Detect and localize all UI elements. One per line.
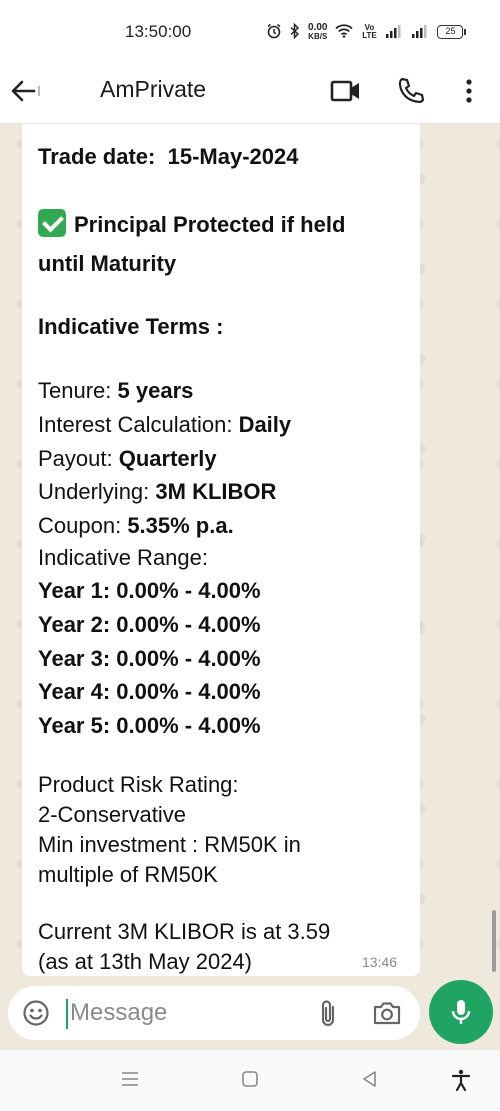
indicative-terms-heading: Indicative Terms : (38, 314, 224, 339)
menu-nav-icon[interactable] (120, 1069, 140, 1094)
net-speed-unit: KB/S (308, 32, 328, 41)
back-arrow-icon[interactable] (10, 76, 44, 106)
principal-line-2: until Maturity (38, 251, 177, 276)
chat-header: AmPrivate (0, 60, 500, 124)
status-icons: 0.00 KB/S Vo LTE 25 (266, 22, 467, 42)
camera-icon[interactable] (372, 999, 402, 1027)
system-nav-bar (0, 1050, 500, 1111)
volte-label: Vo LTE (362, 23, 377, 40)
accessibility-icon[interactable] (450, 1069, 472, 1096)
risk-rating-label: Product Risk Rating: (38, 772, 239, 797)
interest-label: Interest Calculation: (38, 412, 233, 437)
wifi-icon (335, 24, 354, 40)
more-options-icon[interactable] (462, 76, 476, 106)
coupon-line: Coupon: 5.35% p.a. (38, 511, 234, 541)
video-call-icon[interactable] (330, 77, 362, 105)
trade-date-value: 15-May-2024 (167, 144, 299, 169)
scrollbar[interactable] (492, 910, 496, 972)
microphone-button[interactable] (429, 980, 493, 1044)
risk-rating-value: 2-Conservative (38, 802, 186, 827)
year-5-range: Year 5: 0.00% - 4.00% (38, 713, 261, 738)
underlying-value: 3M KLIBOR (155, 479, 277, 504)
message-timestamp: 13:46 (362, 954, 398, 970)
chat-title[interactable]: AmPrivate (100, 76, 206, 103)
year-3-range: Year 3: 0.00% - 4.00% (38, 646, 261, 671)
message-box[interactable] (8, 986, 420, 1040)
coupon-label: Coupon: (38, 513, 122, 538)
bluetooth-icon (290, 22, 300, 41)
signal-icon-1 (385, 24, 403, 40)
interest-line: Interest Calculation: Daily (38, 410, 291, 440)
min-investment-line-2: multiple of RM50K (38, 862, 218, 887)
payout-label: Payout: (38, 446, 113, 471)
chat-area[interactable]: Trade date: 15-May-2024 Principal Protec… (0, 124, 500, 976)
net-speed: 0.00 KB/S (308, 23, 327, 41)
trade-date-label: Trade date: (38, 144, 156, 169)
range-label: Indicative Range: (38, 545, 208, 570)
phone-call-icon[interactable] (396, 76, 426, 106)
year-2-range: Year 2: 0.00% - 4.00% (38, 612, 261, 637)
paperclip-icon[interactable] (314, 998, 342, 1030)
trade-date-line: Trade date: 15-May-2024 (38, 142, 298, 172)
tenure-label: Tenure: (38, 378, 112, 403)
signal-icon-2 (411, 24, 429, 40)
text-cursor (66, 999, 68, 1029)
message-bubble[interactable]: Trade date: 15-May-2024 Principal Protec… (22, 124, 420, 976)
alarm-icon (266, 23, 282, 41)
composer-area (0, 976, 500, 1050)
klibor-line-1: Current 3M KLIBOR is at 3.59 (38, 919, 331, 944)
min-investment-line-1: Min investment : RM50K in (38, 832, 301, 857)
back-nav-icon[interactable] (360, 1069, 380, 1094)
year-1-range: Year 1: 0.00% - 4.00% (38, 578, 261, 603)
interest-value: Daily (238, 412, 292, 437)
principal-text-1: Principal Protected if held (74, 212, 346, 237)
payout-line: Payout: Quarterly (38, 444, 217, 474)
status-bar: 13:50:00 0.00 KB/S Vo LTE 25 (0, 0, 500, 60)
underlying-line: Underlying: 3M KLIBOR (38, 477, 276, 507)
underlying-label: Underlying: (38, 479, 150, 504)
check-mark-icon (38, 209, 66, 237)
message-input[interactable] (70, 997, 290, 1029)
emoji-icon[interactable] (22, 999, 50, 1027)
principal-line-1: Principal Protected if held (38, 209, 345, 240)
home-nav-icon[interactable] (240, 1069, 260, 1094)
tenure-value: 5 years (117, 378, 194, 403)
year-4-range: Year 4: 0.00% - 4.00% (38, 679, 261, 704)
payout-value: Quarterly (118, 446, 217, 471)
microphone-icon (451, 1000, 471, 1024)
battery-icon: 25 (437, 25, 467, 39)
status-time: 13:50:00 (125, 22, 192, 41)
coupon-value: 5.35% p.a. (127, 513, 234, 538)
tenure-line: Tenure: 5 years (38, 376, 193, 406)
klibor-line-2: (as at 13th May 2024) (38, 949, 253, 974)
